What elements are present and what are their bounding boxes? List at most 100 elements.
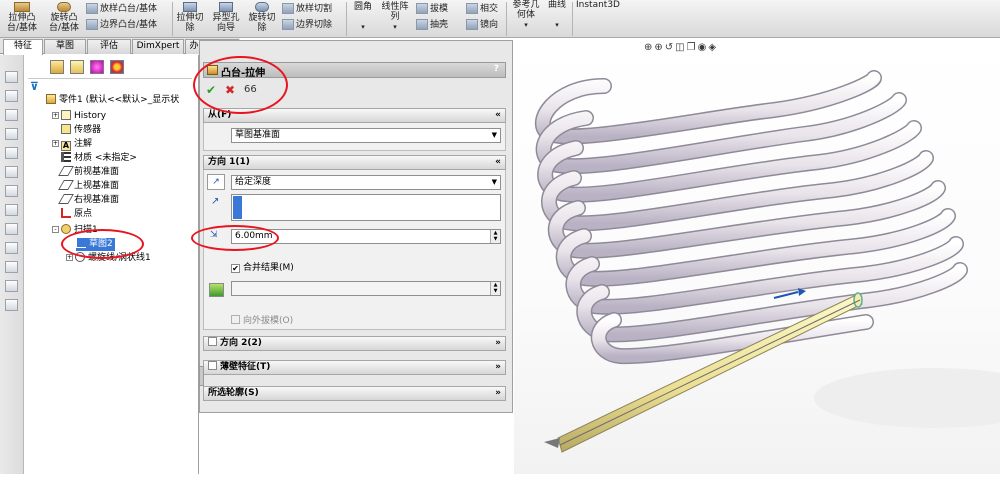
tree-item-origin[interactable]: 原点	[61, 208, 92, 221]
shell-button[interactable]: 抽壳	[416, 19, 448, 30]
toolbar-tool-icon[interactable]	[5, 261, 18, 273]
tab-sketch[interactable]: 草图	[44, 39, 86, 54]
sensor-icon	[61, 124, 71, 134]
background-shading	[814, 368, 1000, 428]
origin-icon	[61, 208, 71, 218]
linear-pattern-button[interactable]: 线性阵 列 ▾	[378, 2, 412, 32]
direction-vector-selection-box[interactable]	[231, 194, 501, 221]
tree-item-front-plane[interactable]: 前视基准面	[58, 166, 119, 179]
display-style-icon[interactable]: ◉	[698, 42, 709, 53]
chevron-down-icon: ▼	[491, 178, 497, 186]
panel-collapse-handle-icon[interactable]	[199, 366, 204, 386]
boundary-cut-icon	[282, 19, 294, 30]
intersect-icon	[466, 3, 478, 14]
toolbar-tool-icon[interactable]	[5, 280, 18, 292]
filter-icon[interactable]: ⊽	[30, 80, 39, 93]
spring-coils	[534, 70, 968, 365]
draft-outward-checkbox[interactable]: 向外拔模(O)	[231, 313, 293, 326]
help-button[interactable]: ?	[494, 64, 499, 74]
tree-item-top-plane[interactable]: 上视基准面	[58, 180, 119, 193]
tab-features[interactable]: 特征	[3, 39, 43, 55]
toolbar-tool-icon[interactable]	[5, 299, 18, 311]
previous-view-icon[interactable]: ↺	[665, 42, 675, 53]
tree-item-material[interactable]: 材质 <未指定>	[61, 152, 137, 165]
toolbar-tool-icon[interactable]	[5, 185, 18, 197]
ribbon-separator	[172, 2, 173, 36]
curves-icon: ▾	[555, 21, 559, 29]
revolve-cut-button[interactable]: 旋转切 除	[246, 2, 278, 33]
draft-button[interactable]: 拔模	[416, 3, 448, 14]
toolbar-tool-icon[interactable]	[5, 109, 18, 121]
tree-item-annotations[interactable]: + A 注解	[52, 138, 92, 151]
revolve-boss-button[interactable]: 旋转凸 台/基体	[44, 2, 84, 33]
zoom-to-area-icon[interactable]: ⊕	[654, 42, 664, 53]
draft-icon	[416, 3, 428, 14]
hide-show-items-icon[interactable]: ◈	[708, 42, 718, 53]
toolbar-tool-icon[interactable]	[5, 223, 18, 235]
intersect-button[interactable]: 相交	[466, 3, 498, 14]
toolbar-tool-icon[interactable]	[5, 147, 18, 159]
tab-dimxpert[interactable]: DimXpert	[132, 39, 184, 54]
extrude-boss-button[interactable]: 拉伸凸 台/基体	[2, 2, 42, 33]
end-condition-select[interactable]: 给定深度 ▼	[231, 175, 501, 190]
mirror-icon	[466, 19, 478, 30]
loft-cut-button[interactable]: 放样切割	[282, 3, 332, 14]
chevron-down-icon: »	[495, 338, 501, 348]
section-view-icon[interactable]: ◫	[675, 42, 686, 53]
chevron-up-icon: «	[495, 157, 501, 167]
plane-icon	[58, 194, 74, 204]
toolbar-tool-icon[interactable]	[5, 166, 18, 178]
display-manager-tab-icon[interactable]	[110, 60, 124, 74]
graphics-area[interactable]: ⊕⊕↺◫❐◉◈	[514, 38, 1000, 474]
toolbar-tool-icon[interactable]	[5, 204, 18, 216]
tab-evaluate[interactable]: 评估	[87, 39, 131, 54]
thin-feature-section-header[interactable]: 薄壁特征(T)»	[203, 360, 506, 375]
extrude-cut-button[interactable]: 拉伸切 除	[174, 2, 206, 33]
direction2-section-header[interactable]: 方向 2(2)»	[203, 336, 506, 351]
view-orientation-icon[interactable]: ❐	[687, 42, 698, 53]
ribbon-separator	[346, 2, 347, 36]
command-manager-ribbon: 拉伸凸 台/基体 旋转凸 台/基体 放样凸台/基体 边界凸台/基体 拉伸切 除 …	[0, 0, 1000, 38]
boundary-cut-button[interactable]: 边界切除	[282, 19, 332, 30]
boundary-boss-button[interactable]: 边界凸台/基体	[86, 19, 157, 30]
toolbar-tool-icon[interactable]	[5, 242, 18, 254]
fillet-button[interactable]: 圆角 ▾	[350, 2, 376, 32]
direction1-section-header[interactable]: 方向 1(1) «	[203, 155, 506, 170]
selected-contours-section-header[interactable]: 所选轮廓(S)»	[203, 386, 506, 401]
tree-item-right-plane[interactable]: 右视基准面	[58, 194, 119, 207]
reference-geometry-button[interactable]: 参考几 何体 ▾	[508, 0, 544, 30]
toolbar-tool-icon[interactable]	[5, 71, 18, 83]
configuration-manager-tab-icon[interactable]	[90, 60, 104, 74]
extrude-boss-icon	[14, 2, 30, 12]
instant3d-button[interactable]: Instant3D	[576, 0, 620, 10]
reference-geometry-icon: ▾	[524, 21, 528, 29]
toolbar-tool-icon[interactable]	[5, 90, 18, 102]
feature-tree-tab-icon[interactable]	[50, 60, 64, 74]
zoom-to-fit-icon[interactable]: ⊕	[644, 42, 654, 53]
from-start-condition-select[interactable]: 草图基准面 ▼	[231, 128, 501, 143]
shell-icon	[416, 19, 428, 30]
spin-arrows-icon[interactable]: ▲ ▼	[490, 230, 500, 243]
direction-vector-icon: ↗	[211, 196, 220, 207]
reverse-direction-icon[interactable]: ↗	[207, 174, 225, 190]
draft-angle-input[interactable]: ▲ ▼	[231, 281, 501, 296]
loft-boss-icon	[86, 3, 98, 14]
mirror-button[interactable]: 镜向	[466, 19, 498, 30]
property-manager-tab-icon[interactable]	[70, 60, 84, 74]
curves-button[interactable]: 曲线 ▾	[546, 0, 568, 30]
feature-manager-tab-strip	[24, 58, 199, 76]
toolbar-tool-icon[interactable]	[5, 128, 18, 140]
merge-result-checkbox[interactable]: ✔ 合并结果(M)	[231, 260, 294, 273]
annotation-circle-title	[193, 56, 288, 114]
chevron-up-icon: «	[495, 110, 501, 120]
tree-part-root[interactable]: 零件1 (默认<<默认>_显示状	[46, 94, 179, 107]
history-icon	[61, 110, 71, 120]
annotation-circle-depth	[191, 225, 279, 251]
loft-boss-button[interactable]: 放样凸台/基体	[86, 3, 157, 14]
hole-wizard-button[interactable]: 异型孔 向导	[208, 2, 244, 33]
face-select-icon[interactable]	[209, 283, 224, 297]
tree-item-history[interactable]: + History	[52, 110, 106, 123]
hole-wizard-icon	[219, 2, 233, 12]
spin-arrows-icon[interactable]: ▲ ▼	[490, 282, 500, 295]
tree-item-sensors[interactable]: 传感器	[61, 124, 101, 137]
